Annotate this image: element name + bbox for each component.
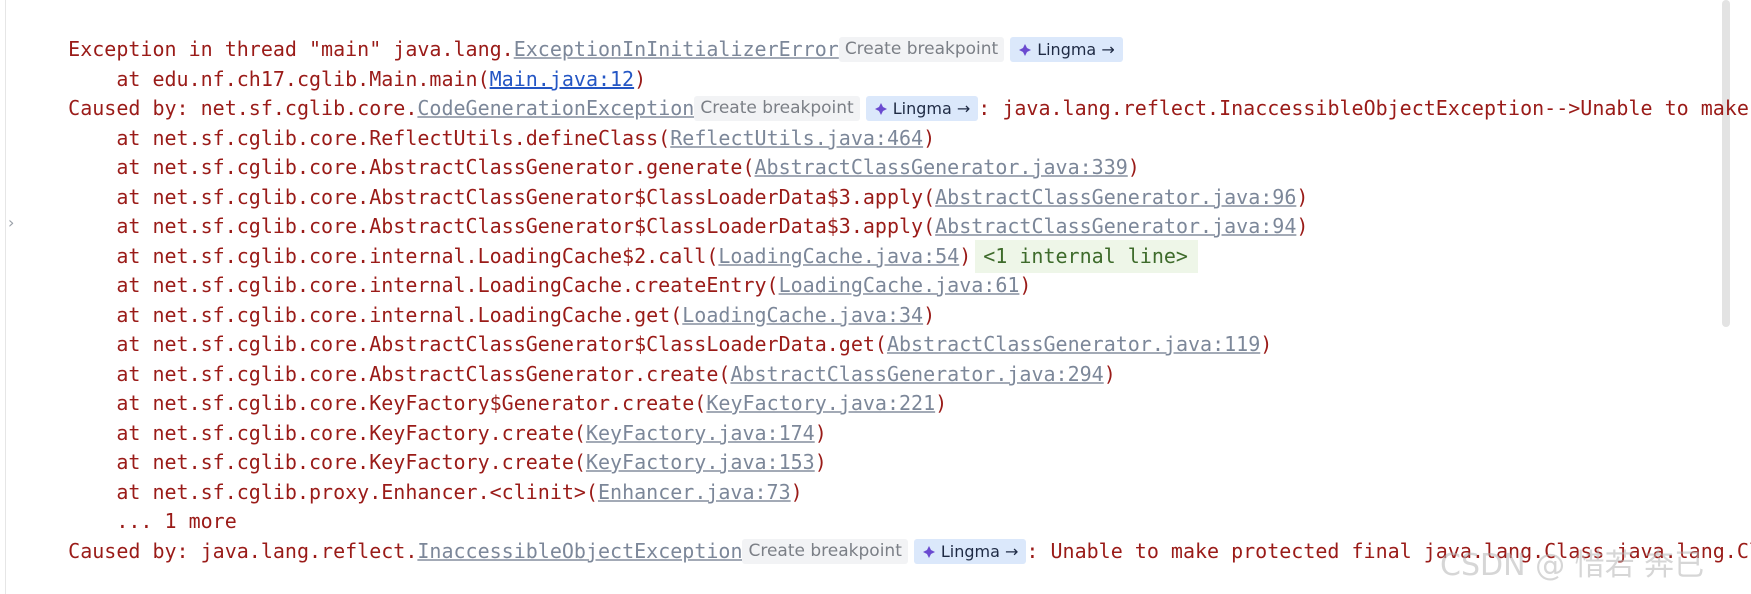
stack-frame-line: at net.sf.cglib.core.AbstractClassGenera…	[20, 295, 1272, 356]
create-breakpoint-button[interactable]: Create breakpoint	[742, 539, 908, 564]
line-text-tail: )	[1103, 362, 1116, 386]
gutter-divider	[5, 0, 6, 594]
stack-frame-line: at net.sf.cglib.core.AbstractClassGenera…	[20, 177, 1308, 238]
line-text: Caused by: java.lang.reflect.	[68, 539, 418, 563]
stack-frame-line: at net.sf.cglib.core.KeyFactory$Generato…	[20, 354, 947, 415]
expand-chevron-icon[interactable]: ›	[8, 213, 14, 232]
exception-class-link[interactable]: InaccessibleObjectException	[417, 535, 742, 568]
line-text-tail: )	[935, 391, 948, 415]
lingma-icon	[922, 546, 935, 558]
stack-frame-line: at net.sf.cglib.core.KeyFactory.create(K…	[20, 413, 826, 474]
stack-frame-line: at net.sf.cglib.core.AbstractClassGenera…	[20, 118, 1140, 179]
caused-by-line: Caused by: net.sf.cglib.core.CodeGenerat…	[20, 59, 1751, 121]
lingma-label: Lingma →	[940, 542, 1019, 561]
lingma-button[interactable]: Lingma →	[913, 539, 1027, 564]
console-output[interactable]: Exception in thread "main" java.lang.Exc…	[0, 0, 1751, 594]
vertical-scrollbar[interactable]	[1722, 0, 1730, 327]
stack-frame-line: at net.sf.cglib.core.internal.LoadingCac…	[20, 236, 1031, 297]
console-line: Exception in thread "main" java.lang.Exc…	[20, 0, 1123, 62]
lingma-label: Lingma →	[1037, 40, 1115, 59]
caused-by-line: Caused by: java.lang.reflect.Inaccessibl…	[20, 502, 1751, 564]
line-text-tail: )	[814, 450, 827, 474]
watermark: CSDN @ 惜若 奔已	[1440, 548, 1705, 583]
more-frames-line: ... 1 more	[20, 472, 236, 533]
line-text-tail: )	[1296, 214, 1309, 238]
lingma-icon	[1019, 44, 1032, 56]
line-text-tail: )	[1260, 332, 1273, 356]
